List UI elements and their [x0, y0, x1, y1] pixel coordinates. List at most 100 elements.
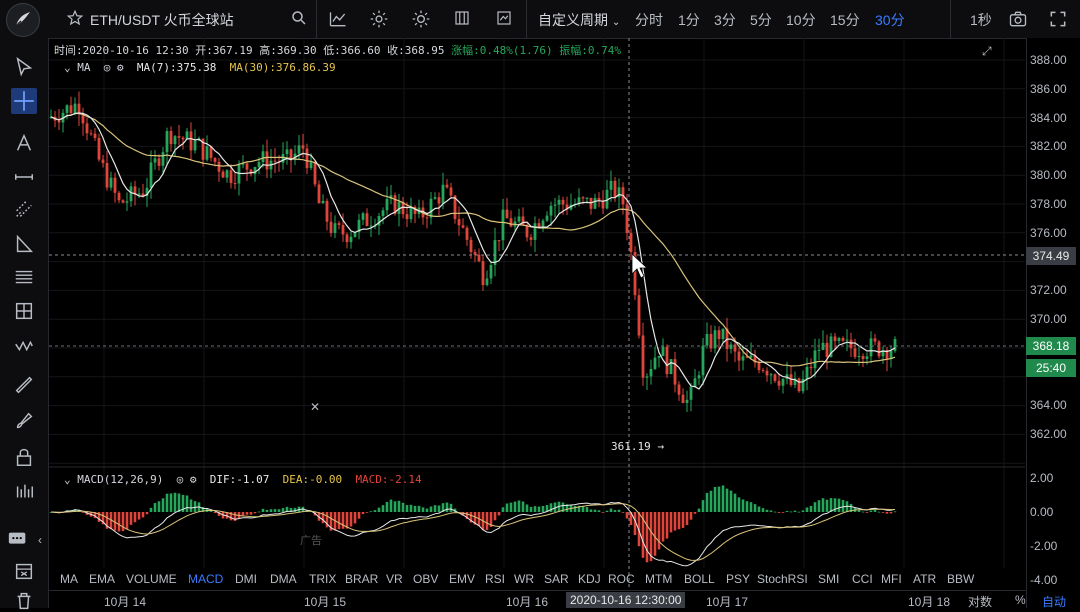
lock-icon[interactable]: [13, 446, 35, 468]
macd-bar: [337, 512, 341, 530]
indicator-tab-mtm[interactable]: MTM: [645, 572, 672, 586]
visibility-eye-icon[interactable]: ◎: [177, 473, 184, 486]
indicator-tab-smi[interactable]: SMI: [818, 572, 839, 586]
candle-body: [97, 137, 101, 160]
triangle-tool-icon[interactable]: [13, 233, 35, 255]
time-label: 10月 14: [104, 595, 147, 609]
theme-sun-icon[interactable]: [411, 9, 431, 29]
snapshot-icon[interactable]: [495, 9, 515, 29]
indicator-tab-psy[interactable]: PSY: [726, 572, 750, 586]
horizontal-line-icon[interactable]: [13, 166, 35, 188]
period-timeline[interactable]: 分时: [635, 10, 663, 30]
macd-bar: [265, 509, 269, 512]
log-scale-toggle[interactable]: 对数: [968, 593, 992, 610]
collapse-chevron-icon[interactable]: ‹: [38, 533, 42, 547]
chevron-down-icon: ⌄: [611, 17, 621, 28]
percent-scale-toggle[interactable]: %: [1015, 593, 1026, 607]
visibility-eye-icon[interactable]: ◎: [104, 61, 111, 74]
collapse-arrow-icon[interactable]: ⌄: [64, 61, 71, 74]
auto-scale-toggle[interactable]: 自动: [1042, 593, 1066, 610]
candle-body: [337, 223, 341, 225]
last-price-label: 368.18: [1026, 337, 1076, 355]
dea-line: [50, 503, 896, 561]
period-3m[interactable]: 3分: [714, 10, 736, 30]
ruler-icon[interactable]: [13, 374, 35, 396]
candle-body: [697, 375, 701, 379]
layout-icon[interactable]: [453, 9, 473, 29]
settings-small-gear-icon[interactable]: ⚙: [190, 473, 197, 486]
indicator-tab-sar[interactable]: SAR: [544, 572, 569, 586]
macd-bar: [277, 509, 281, 512]
indicator-tab-volume[interactable]: VOLUME: [126, 572, 177, 586]
close-marker-icon[interactable]: ✕: [310, 400, 320, 414]
crosshair-icon[interactable]: [11, 88, 37, 114]
custom-period-dropdown[interactable]: 自定义周期 ⌄: [538, 10, 620, 30]
search-icon[interactable]: [290, 9, 310, 29]
indicator-tab-macd[interactable]: MACD: [188, 572, 223, 586]
grid-tool-icon[interactable]: [13, 300, 35, 322]
candle-body: [665, 346, 669, 375]
indicator-tab-boll[interactable]: BOLL: [684, 572, 715, 586]
macd-bar: [521, 501, 525, 512]
wave-pattern-icon[interactable]: [13, 335, 35, 357]
period-30m[interactable]: 30分: [875, 10, 905, 30]
indicator-tab-obv[interactable]: OBV: [413, 572, 438, 586]
cursor-arrow-icon[interactable]: [13, 56, 35, 78]
macd-bar: [873, 509, 877, 512]
candle-body: [637, 295, 641, 336]
custom-period-label: 自定义周期: [538, 12, 608, 28]
price-tick: 388.00: [1030, 53, 1067, 67]
macd-bar: [517, 500, 521, 512]
macd-bar: [777, 512, 781, 513]
calendar-icon[interactable]: [13, 560, 35, 582]
indicator-tab-brar[interactable]: BRAR: [345, 572, 378, 586]
indicator-tab-cci[interactable]: CCI: [852, 572, 873, 586]
period-1m[interactable]: 1分: [678, 10, 700, 30]
indicator-tab-atr[interactable]: ATR: [913, 572, 936, 586]
macd-bar: [409, 504, 413, 512]
fullscreen-icon[interactable]: [1048, 9, 1068, 29]
macd-bar: [357, 512, 361, 519]
indicator-tab-kdj[interactable]: KDJ: [578, 572, 601, 586]
indicator-tab-stochrsi[interactable]: StochRSI: [757, 572, 808, 586]
indicator-tab-emv[interactable]: EMV: [449, 572, 475, 586]
period-10m[interactable]: 10分: [786, 10, 816, 30]
candle-body: [729, 344, 733, 349]
indicator-tab-rsi[interactable]: RSI: [485, 572, 505, 586]
refresh-rate[interactable]: 1秒: [970, 10, 992, 30]
indicator-tab-trix[interactable]: TRIX: [309, 572, 336, 586]
indicator-tab-wr[interactable]: WR: [514, 572, 534, 586]
period-15m[interactable]: 15分: [830, 10, 860, 30]
indicator-tab-mfi[interactable]: MFI: [881, 572, 902, 586]
chat-icon[interactable]: [6, 528, 28, 550]
collapse-arrow-icon[interactable]: ⌄: [64, 473, 71, 486]
brush-icon[interactable]: [13, 410, 35, 432]
parallel-channel-icon[interactable]: [13, 198, 35, 220]
camera-icon[interactable]: [1008, 9, 1028, 29]
drawing-toolbar: ‹: [0, 38, 49, 610]
indicator-tab-ma[interactable]: MA: [60, 572, 78, 586]
macd-bar: [397, 500, 401, 512]
fibonacci-icon[interactable]: [13, 266, 35, 288]
indicator-tab-ema[interactable]: EMA: [89, 572, 115, 586]
favorite-star-icon[interactable]: [66, 9, 86, 29]
expand-pane-icon[interactable]: ⤢: [982, 44, 992, 59]
settings-small-gear-icon[interactable]: ⚙: [117, 61, 124, 74]
trash-icon[interactable]: [13, 590, 35, 612]
indicator-tab-dma[interactable]: DMA: [270, 572, 297, 586]
indicator-tab-dmi[interactable]: DMI: [235, 572, 257, 586]
indicator-icon[interactable]: [328, 9, 348, 29]
indicator-tab-bbw[interactable]: BBW: [947, 572, 974, 586]
indicator-tab-vr[interactable]: VR: [386, 572, 403, 586]
symbol-title[interactable]: ETH/USDT 火币全球站: [90, 10, 234, 30]
macd-tick: 2.00: [1030, 471, 1054, 485]
candle-body: [449, 187, 453, 196]
settings-gear-icon[interactable]: [369, 9, 389, 29]
period-5m[interactable]: 5分: [750, 10, 772, 30]
magnet-icon[interactable]: [13, 481, 35, 503]
candlestick-chart[interactable]: [49, 38, 1025, 608]
indicator-tab-roc[interactable]: ROC: [608, 572, 635, 586]
macd-bar: [153, 503, 157, 512]
text-tool-icon[interactable]: [13, 132, 35, 154]
app-logo[interactable]: [6, 3, 40, 37]
